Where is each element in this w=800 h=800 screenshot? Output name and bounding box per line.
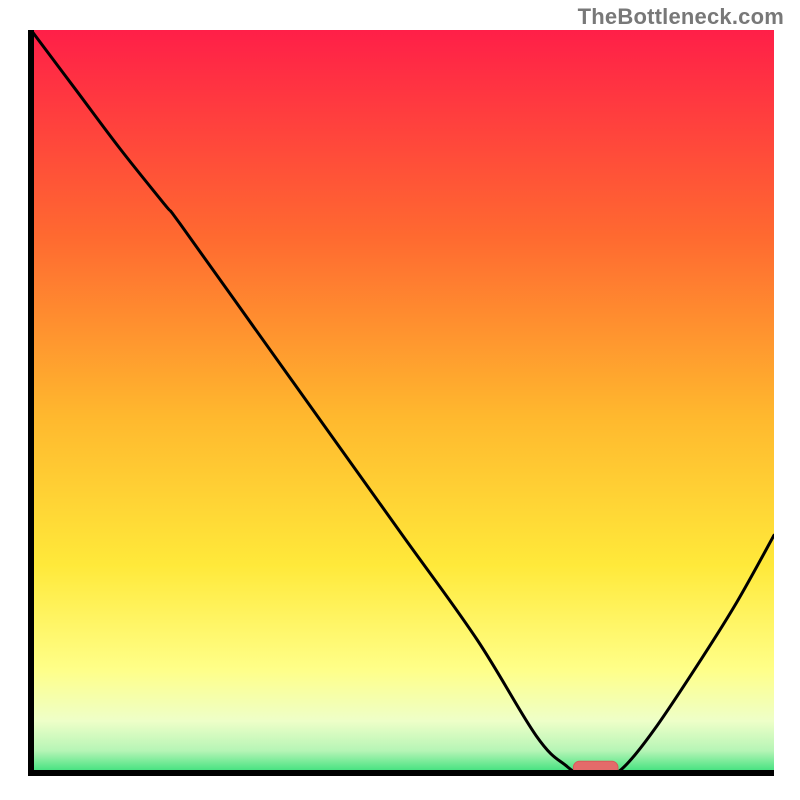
chart-svg xyxy=(28,30,774,776)
plot-area xyxy=(28,30,774,776)
chart-container: TheBottleneck.com xyxy=(0,0,800,800)
watermark-text: TheBottleneck.com xyxy=(578,4,784,30)
gradient-background xyxy=(31,30,774,773)
